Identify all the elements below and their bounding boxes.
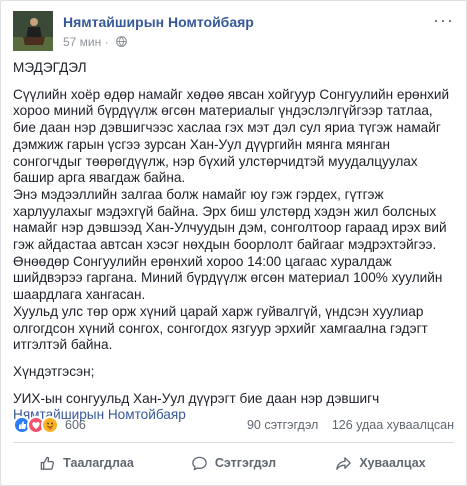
thumbs-up-icon [40,456,55,470]
reactions-summary[interactable]: 606 [13,416,86,434]
post-title-line: УИХ-ын сонгуульд Хан-Уул дүүрэгт бие даа… [13,390,380,406]
comment-count[interactable]: 90 сэтгэгдэл [247,418,318,432]
share-count[interactable]: 126 удаа хуваалцсан [332,418,454,432]
post-header: Нямтайширын Номтойбаяр 57 мин · ··· [13,11,454,51]
post-stats: 606 90 сэтгэгдэл 126 удаа хуваалцсан [13,414,454,436]
post-paragraph: Энэ мэдээллийн залгаа болж намайг юу гэж… [13,186,447,253]
care-icon [41,416,59,434]
like-button[interactable]: Таалагдлаа [13,447,160,479]
post-card: Нямтайширын Номтойбаяр 57 мин · ··· МЭДЭ… [0,0,467,486]
reaction-count: 606 [65,418,86,432]
dot-separator: · [104,35,112,49]
comment-button[interactable]: Сэтгэгдэл [160,447,307,479]
share-button[interactable]: Хуваалцах [307,447,454,479]
post-heading: МЭДЭГДЭЛ [13,60,87,75]
post-time[interactable]: 57 мин [63,35,101,49]
like-button-label: Таалагдлаа [63,456,134,470]
comment-icon [192,456,207,470]
post-paragraph: Сүүлийн хоёр өдөр намайг хөдөө явсан хой… [13,86,450,186]
action-bar: Таалагдлаа Сэтгэгдэл Хуваалцах [13,447,454,479]
share-button-label: Хуваалцах [359,456,426,470]
avatar-photo-icon [13,11,53,51]
post-paragraph: Хуульд улс төр орж хүний царай харж гуйв… [13,303,428,353]
share-arrow-icon [336,456,352,470]
author-avatar[interactable] [13,11,53,51]
comment-button-label: Сэтгэгдэл [214,456,277,470]
engagement-counts: 90 сэтгэгдэл 126 удаа хуваалцсан [247,418,454,432]
post-closing: Хүндэтгэсэн; [13,363,95,379]
post-paragraph: Өнөөдөр Сонгуулийн ерөнхий хороо 14:00 ц… [13,253,443,303]
divider [13,442,454,443]
post-meta: 57 мин · [63,35,127,49]
post-body: МЭДЭГДЭЛ Сүүлийн хоёр өдөр намайг хөдөө … [13,60,456,424]
author-name[interactable]: Нямтайширын Номтойбаяр [63,14,254,30]
globe-icon[interactable] [116,36,127,47]
more-options-icon[interactable]: ··· [433,11,454,29]
